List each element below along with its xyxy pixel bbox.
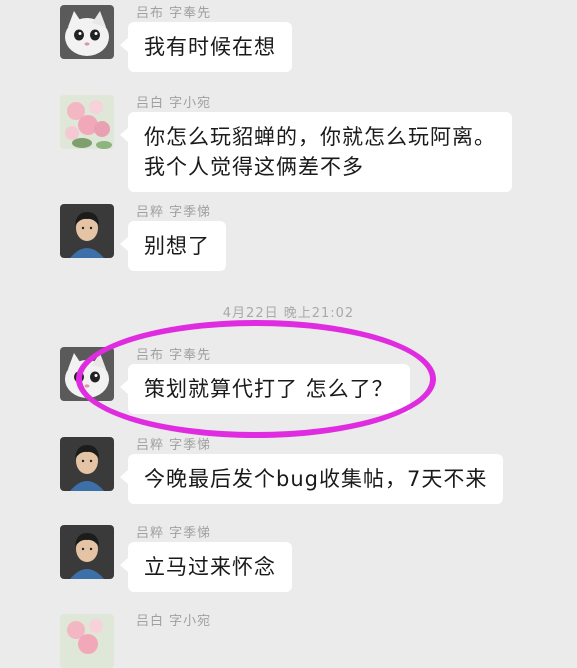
message-bubble[interactable]: 策划就算代打了 怎么了？ — [120, 364, 410, 414]
sender-name: 吕布 字奉先 — [136, 348, 212, 363]
sender-name: 吕粹 字季悌 — [136, 438, 212, 453]
sender-name: 吕白 字小宛 — [136, 96, 212, 111]
flower-avatar[interactable] — [60, 614, 114, 668]
message-text: 今晚最后发个bug收集帖，7天不来 — [144, 467, 488, 491]
message-bubble[interactable]: 我有时候在想 — [120, 22, 292, 72]
flower-avatar[interactable] — [60, 95, 114, 149]
chat-area: 吕布 字奉先 我有时候在想 吕白 字小宛 你怎么玩貂蝉的，你就怎么玩阿离。 我个… — [0, 0, 577, 668]
message-text: 我有时候在想 — [144, 35, 276, 59]
person-avatar[interactable] — [60, 204, 114, 258]
sender-name: 吕布 字奉先 — [136, 6, 212, 21]
cat-avatar[interactable] — [60, 347, 114, 401]
message-text: 策划就算代打了 怎么了？ — [144, 377, 394, 401]
message-text: 我个人觉得这俩差不多 — [144, 155, 364, 179]
sender-name: 吕粹 字季悌 — [136, 205, 212, 220]
person-avatar[interactable] — [60, 437, 114, 491]
cat-avatar[interactable] — [60, 5, 114, 59]
timestamp: 4月22日 晚上21:02 — [222, 306, 355, 321]
message-text: 立马过来怀念 — [144, 555, 276, 579]
sender-name: 吕粹 字季悌 — [136, 526, 212, 541]
message-bubble[interactable]: 你怎么玩貂蝉的，你就怎么玩阿离。 我个人觉得这俩差不多 — [120, 112, 512, 192]
message-bubble[interactable]: 别想了 — [120, 221, 226, 271]
message-bubble[interactable]: 今晚最后发个bug收集帖，7天不来 — [119, 454, 504, 504]
sender-name: 吕白 字小宛 — [136, 614, 212, 629]
person-avatar[interactable] — [60, 525, 114, 579]
message-text: 你怎么玩貂蝉的，你就怎么玩阿离。 — [144, 125, 496, 149]
message-text: 别想了 — [144, 234, 210, 258]
message-bubble[interactable]: 立马过来怀念 — [120, 542, 292, 592]
